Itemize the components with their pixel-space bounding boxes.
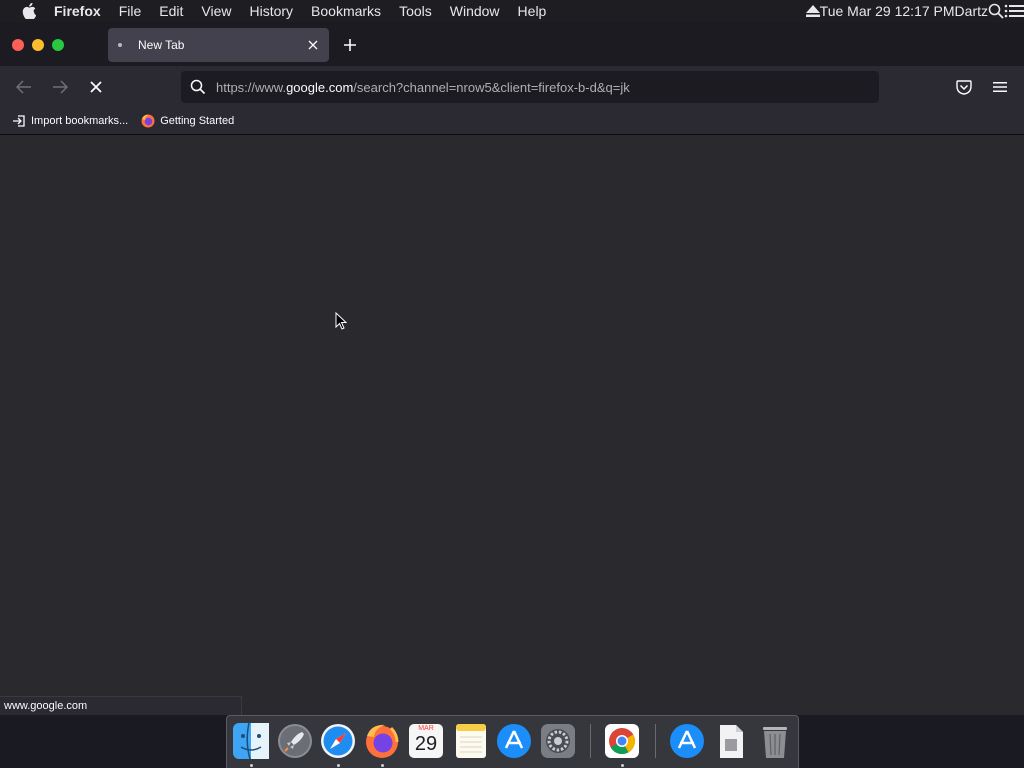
safari-icon[interactable] <box>319 722 357 760</box>
document-stack-icon[interactable] <box>712 722 750 760</box>
pocket-button[interactable] <box>955 78 973 96</box>
url-prefix: https://www. <box>216 79 287 95</box>
dock-separator <box>590 724 591 758</box>
dock-separator <box>655 724 656 758</box>
calendar-month: MAR <box>418 725 434 732</box>
import-bookmarks-button[interactable]: Import bookmarks... <box>12 114 128 128</box>
menu-bar: Firefox File Edit View History Bookmarks… <box>0 0 1024 22</box>
window-maximize-button[interactable] <box>52 39 64 51</box>
menu-history[interactable]: History <box>249 3 293 19</box>
tab-loading-icon <box>118 43 122 47</box>
safari-running-indicator <box>337 764 340 767</box>
spotlight-search-icon[interactable] <box>988 3 1004 19</box>
status-panel: www.google.com <box>0 696 242 715</box>
window-minimize-button[interactable] <box>32 39 44 51</box>
calendar-day: 29 <box>414 733 438 755</box>
back-button[interactable] <box>15 78 33 96</box>
getting-started-bookmark[interactable]: Getting Started <box>141 114 234 128</box>
notification-center-icon[interactable] <box>1004 3 1024 19</box>
tab-close-icon[interactable] <box>305 37 321 53</box>
trash-icon[interactable] <box>756 722 794 760</box>
url-path: /search?channel=nrow5&client=firefox-b-d… <box>353 79 630 95</box>
applications-folder-icon[interactable] <box>668 722 706 760</box>
app-menu-hamburger-icon[interactable] <box>991 78 1009 96</box>
menu-file[interactable]: File <box>119 3 142 19</box>
menu-help[interactable]: Help <box>518 3 547 19</box>
menu-clock[interactable]: Tue Mar 29 12:17 PM <box>820 3 955 19</box>
browser-window: New Tab https://www.google.com/search?ch… <box>0 22 1024 715</box>
menu-bookmarks[interactable]: Bookmarks <box>311 3 381 19</box>
finder-icon[interactable] <box>232 722 270 760</box>
dock: MAR 29 <box>226 715 799 768</box>
window-close-button[interactable] <box>12 39 24 51</box>
finder-running-indicator <box>250 764 253 767</box>
page-content-area[interactable] <box>0 136 1024 715</box>
navigation-toolbar: https://www.google.com/search?channel=nr… <box>0 66 1024 108</box>
app-store-icon[interactable] <box>495 722 533 760</box>
tab-title: New Tab <box>138 38 185 52</box>
firefox-icon <box>141 114 155 128</box>
chrome-icon[interactable] <box>603 722 641 760</box>
tab-strip: New Tab <box>0 22 1024 66</box>
firefox-icon[interactable] <box>363 722 401 760</box>
menu-user[interactable]: Dartz <box>955 3 988 19</box>
getting-started-label: Getting Started <box>160 115 235 127</box>
tab-new-tab[interactable]: New Tab <box>108 28 329 62</box>
launchpad-icon[interactable] <box>276 722 314 760</box>
bookmarks-toolbar: Import bookmarks... Getting Started <box>0 108 1024 135</box>
forward-button[interactable] <box>51 78 69 96</box>
menu-tools[interactable]: Tools <box>399 3 432 19</box>
notes-icon[interactable] <box>452 722 490 760</box>
menu-view[interactable]: View <box>201 3 231 19</box>
mouse-cursor-icon <box>335 311 348 330</box>
url-domain: google.com <box>286 79 354 95</box>
calendar-icon[interactable]: MAR 29 <box>407 722 445 760</box>
menu-app-name[interactable]: Firefox <box>54 3 101 19</box>
import-icon <box>12 114 26 128</box>
eject-icon[interactable] <box>805 4 820 18</box>
new-tab-button[interactable] <box>341 36 359 54</box>
stop-loading-button[interactable] <box>87 78 105 96</box>
menu-window[interactable]: Window <box>450 3 500 19</box>
address-bar[interactable]: https://www.google.com/search?channel=nr… <box>181 71 879 103</box>
firefox-running-indicator <box>381 764 384 767</box>
url-text: https://www.google.com/search?channel=nr… <box>216 80 630 95</box>
system-preferences-icon[interactable] <box>539 722 577 760</box>
import-bookmarks-label: Import bookmarks... <box>31 115 129 127</box>
apple-menu-icon[interactable] <box>18 0 40 22</box>
chrome-running-indicator <box>621 764 624 767</box>
search-icon <box>190 79 206 95</box>
menu-edit[interactable]: Edit <box>159 3 183 19</box>
